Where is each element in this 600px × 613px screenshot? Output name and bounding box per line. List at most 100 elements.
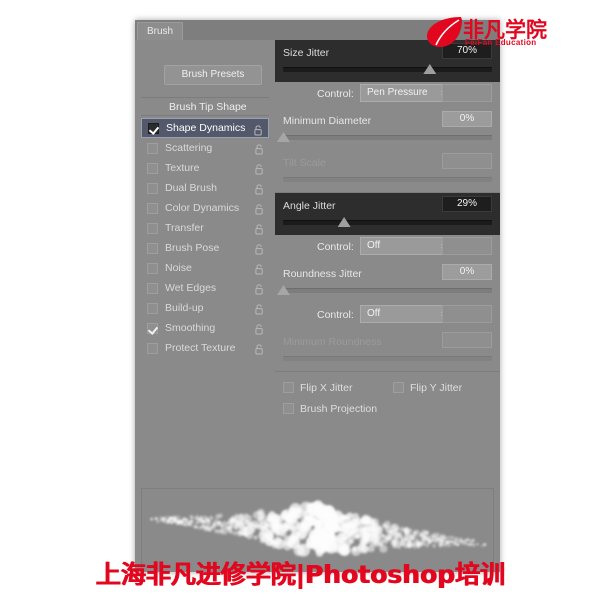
minimum-diameter-track[interactable] [277,132,492,142]
minimum-diameter-section: Minimum Diameter 0% [275,108,500,150]
dynamics-checkbox[interactable] [147,282,158,294]
tab-brush[interactable]: Brush [137,22,183,41]
sidebar-item-smoothing[interactable]: Smoothing [141,318,269,338]
sidebar-item-label: Texture [165,162,200,174]
sidebar-item-label: Color Dynamics [165,202,240,214]
lock-icon[interactable] [255,242,264,255]
sidebar-item-texture[interactable]: Texture [141,158,269,178]
window-controls: ◄◄ ✕ [453,20,497,22]
size-jitter-section: Size Jitter 70% [275,40,500,82]
sidebar-item-noise[interactable]: Noise [141,258,269,278]
size-jitter-track[interactable] [283,64,492,74]
lock-icon[interactable] [255,322,264,335]
roundness-jitter-thumb[interactable] [277,285,290,295]
angle-jitter-thumb[interactable] [337,217,351,227]
minimum-roundness-label: Minimum Roundness [283,336,382,348]
flip-y-jitter-checkbox[interactable] [393,382,404,393]
size-jitter-thumb[interactable] [423,64,437,74]
angle-control-value: Off [367,240,381,251]
angle-jitter-slider-row[interactable]: Angle Jitter 29% [275,193,500,235]
minimum-roundness-section: Minimum Roundness [275,329,500,372]
flip-x-jitter-label: Flip X Jitter [300,382,353,394]
minimum-diameter-slider-row[interactable]: Minimum Diameter 0% [275,108,500,150]
brush-projection-label: Brush Projection [300,403,378,415]
dynamics-checkbox[interactable] [148,122,159,134]
tilt-scale-value [442,153,492,169]
dynamics-list: Shape Dynamics Scattering Texture Dual B… [141,118,269,358]
brush-presets-button[interactable]: Brush Presets [164,65,262,85]
options-column: Size Jitter 70% Control: Pen Pressure ▲▼ [275,40,500,482]
angle-control-select[interactable]: Off ▲▼ [360,237,454,255]
sidebar-item-label: Noise [165,262,192,274]
sidebar-item-label: Transfer [165,222,204,234]
angle-jitter-label: Angle Jitter [283,200,336,212]
flip-jitter-row: Flip X Jitter Flip Y Jitter [275,378,500,399]
dynamics-checkbox[interactable] [147,142,158,154]
angle-control-section: Control: Off ▲▼ [275,235,500,261]
lock-icon[interactable] [255,142,264,155]
sidebar-item-label: Smoothing [165,322,216,334]
dynamics-checkbox[interactable] [147,222,158,234]
dynamics-checkbox[interactable] [147,302,158,314]
sidebar-item-label: Scattering [165,142,213,154]
dynamics-sidebar: Brush Presets Brush Tip Shape Shape Dyna… [135,40,276,482]
sidebar-item-label: Protect Texture [165,342,236,354]
lock-icon[interactable] [255,302,264,315]
angle-jitter-value[interactable]: 29% [442,196,492,212]
flip-y-jitter-label: Flip Y Jitter [410,382,463,394]
angle-jitter-track[interactable] [283,217,492,227]
panel-tabstrip: Brush ◄◄ ✕ [135,20,500,41]
angle-control-label: Control: [317,241,354,253]
sidebar-item-color-dynamics[interactable]: Color Dynamics [141,198,269,218]
sidebar-item-label: Wet Edges [165,282,217,294]
dynamics-checkbox[interactable] [147,202,158,214]
size-jitter-slider-row[interactable]: Size Jitter 70% [275,40,500,82]
size-control-stub [442,84,492,102]
dynamics-checkbox[interactable] [147,342,158,354]
tilt-scale-slider-row: Tilt Scale [275,150,500,192]
size-jitter-value[interactable]: 70% [442,43,492,59]
sidebar-item-brush-tip-shape[interactable]: Brush Tip Shape [141,97,269,116]
lock-icon[interactable] [254,123,263,136]
minimum-roundness-track [283,356,492,361]
sidebar-item-scattering[interactable]: Scattering [141,138,269,158]
dynamics-checkbox[interactable] [147,162,158,174]
size-control-select[interactable]: Pen Pressure ▲▼ [360,84,454,102]
sidebar-item-wet-edges[interactable]: Wet Edges [141,278,269,298]
minimum-diameter-value[interactable]: 0% [442,111,492,127]
roundness-control-stub [442,305,492,323]
lock-icon[interactable] [255,202,264,215]
brush-projection-checkbox[interactable] [283,403,294,414]
roundness-jitter-track[interactable] [277,285,492,295]
sidebar-item-label: Brush Pose [165,242,220,254]
sidebar-item-brush-pose[interactable]: Brush Pose [141,238,269,258]
lock-icon[interactable] [255,262,264,275]
sidebar-item-shape-dynamics[interactable]: Shape Dynamics [141,118,269,138]
size-control-section: Control: Pen Pressure ▲▼ [275,82,500,108]
dynamics-checkbox[interactable] [147,322,158,334]
sidebar-item-build-up[interactable]: Build-up [141,298,269,318]
lock-icon[interactable] [255,342,264,355]
roundness-jitter-value[interactable]: 0% [442,264,492,280]
minimum-diameter-thumb[interactable] [277,132,290,142]
lock-icon[interactable] [255,162,264,175]
angle-jitter-section: Angle Jitter 29% [275,193,500,235]
dynamics-checkbox[interactable] [147,242,158,254]
lock-icon[interactable] [255,182,264,195]
sidebar-item-dual-brush[interactable]: Dual Brush [141,178,269,198]
roundness-control-select[interactable]: Off ▲▼ [360,305,454,323]
lock-icon[interactable] [255,222,264,235]
roundness-control-row: Control: Off ▲▼ [275,303,500,329]
dynamics-checkbox[interactable] [147,182,158,194]
brush-panel: Brush ◄◄ ✕ Brush Presets Brush Tip Shape… [135,20,500,572]
flip-x-jitter-checkbox[interactable] [283,382,294,393]
dynamics-checkbox[interactable] [147,262,158,274]
roundness-jitter-slider-row[interactable]: Roundness Jitter 0% [275,261,500,303]
minimum-roundness-value [442,332,492,348]
lock-icon[interactable] [255,282,264,295]
sidebar-item-protect-texture[interactable]: Protect Texture [141,338,269,358]
watermark-text: 上海非凡进修学院|Photoshop培训 [95,560,505,589]
angle-control-stub [442,237,492,255]
flip-options-section: Flip X Jitter Flip Y Jitter Brush Projec… [275,378,500,420]
sidebar-item-transfer[interactable]: Transfer [141,218,269,238]
